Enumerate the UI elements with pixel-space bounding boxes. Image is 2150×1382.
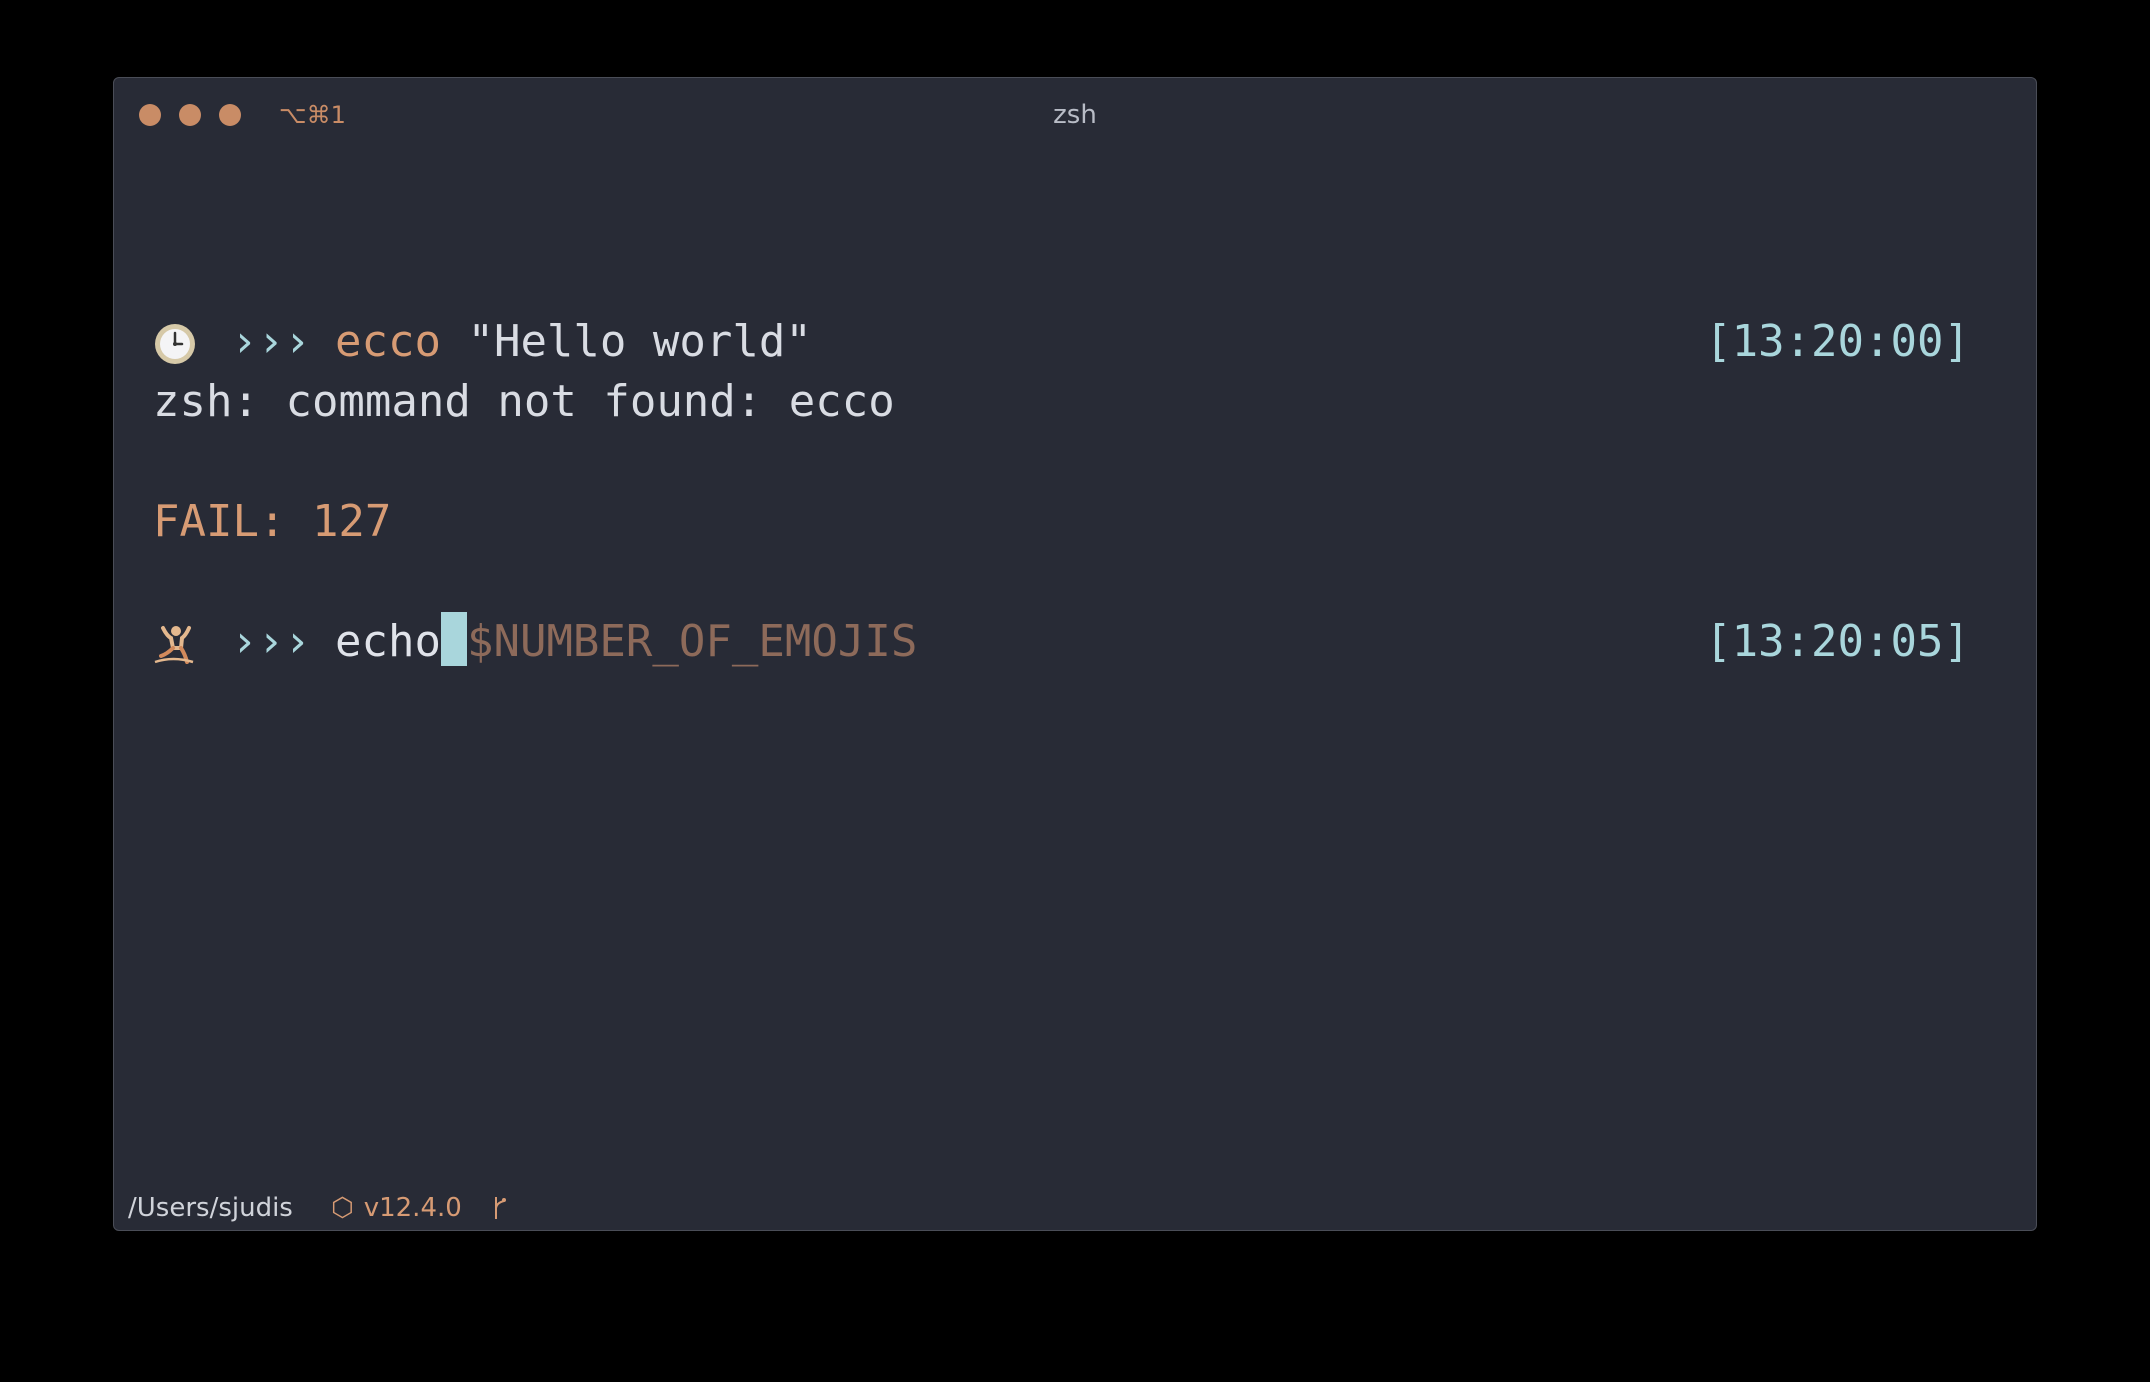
status-bar: /Users/sjudis ⬡ v12.4.0	[114, 1186, 2036, 1230]
person-emoji-icon	[154, 626, 194, 664]
node-version-label: v12.4.0	[363, 1193, 462, 1223]
node-version: ⬡ v12.4.0	[331, 1186, 462, 1230]
terminal-content[interactable]: ››› ecco "Hello world" [13:20:00] zsh: c…	[153, 78, 1970, 738]
command-name: echo	[335, 616, 441, 667]
prompt-arrows: ›››	[231, 316, 311, 367]
command-text: ecco "Hello world"	[335, 312, 812, 372]
terminal-window[interactable]: ⌥⌘1 zsh ››› ecco "Hello world" [13:20:00…	[113, 77, 2037, 1231]
prompt-arrows: ›››	[231, 616, 311, 667]
command-input[interactable]: echo $NUMBER_OF_EMOJIS	[335, 612, 917, 672]
terminal-line: zsh: command not found: ecco	[153, 372, 1970, 432]
terminal-line: FAIL: 127	[153, 492, 1970, 552]
terminal-line: ››› ecco "Hello world" [13:20:00]	[153, 312, 1970, 372]
prompt-timestamp: [13:20:00]	[1705, 316, 1970, 367]
git-branch-icon	[495, 1197, 506, 1219]
command-name: ecco	[335, 316, 441, 367]
clock-emoji-icon	[155, 324, 195, 364]
node-hexagon-icon: ⬡	[331, 1193, 354, 1223]
command-args: "Hello world"	[440, 316, 812, 367]
terminal-line[interactable]: ››› echo $NUMBER_OF_EMOJIS [13:20:05]	[153, 612, 1970, 672]
current-path[interactable]: /Users/sjudis	[128, 1186, 293, 1230]
command-output: zsh: command not found: ecco	[153, 376, 895, 427]
text-cursor	[440, 612, 467, 666]
prompt-timestamp: [13:20:05]	[1705, 616, 1970, 667]
autosuggestion: $NUMBER_OF_EMOJIS	[466, 616, 918, 667]
exit-status: FAIL: 127	[153, 496, 392, 547]
